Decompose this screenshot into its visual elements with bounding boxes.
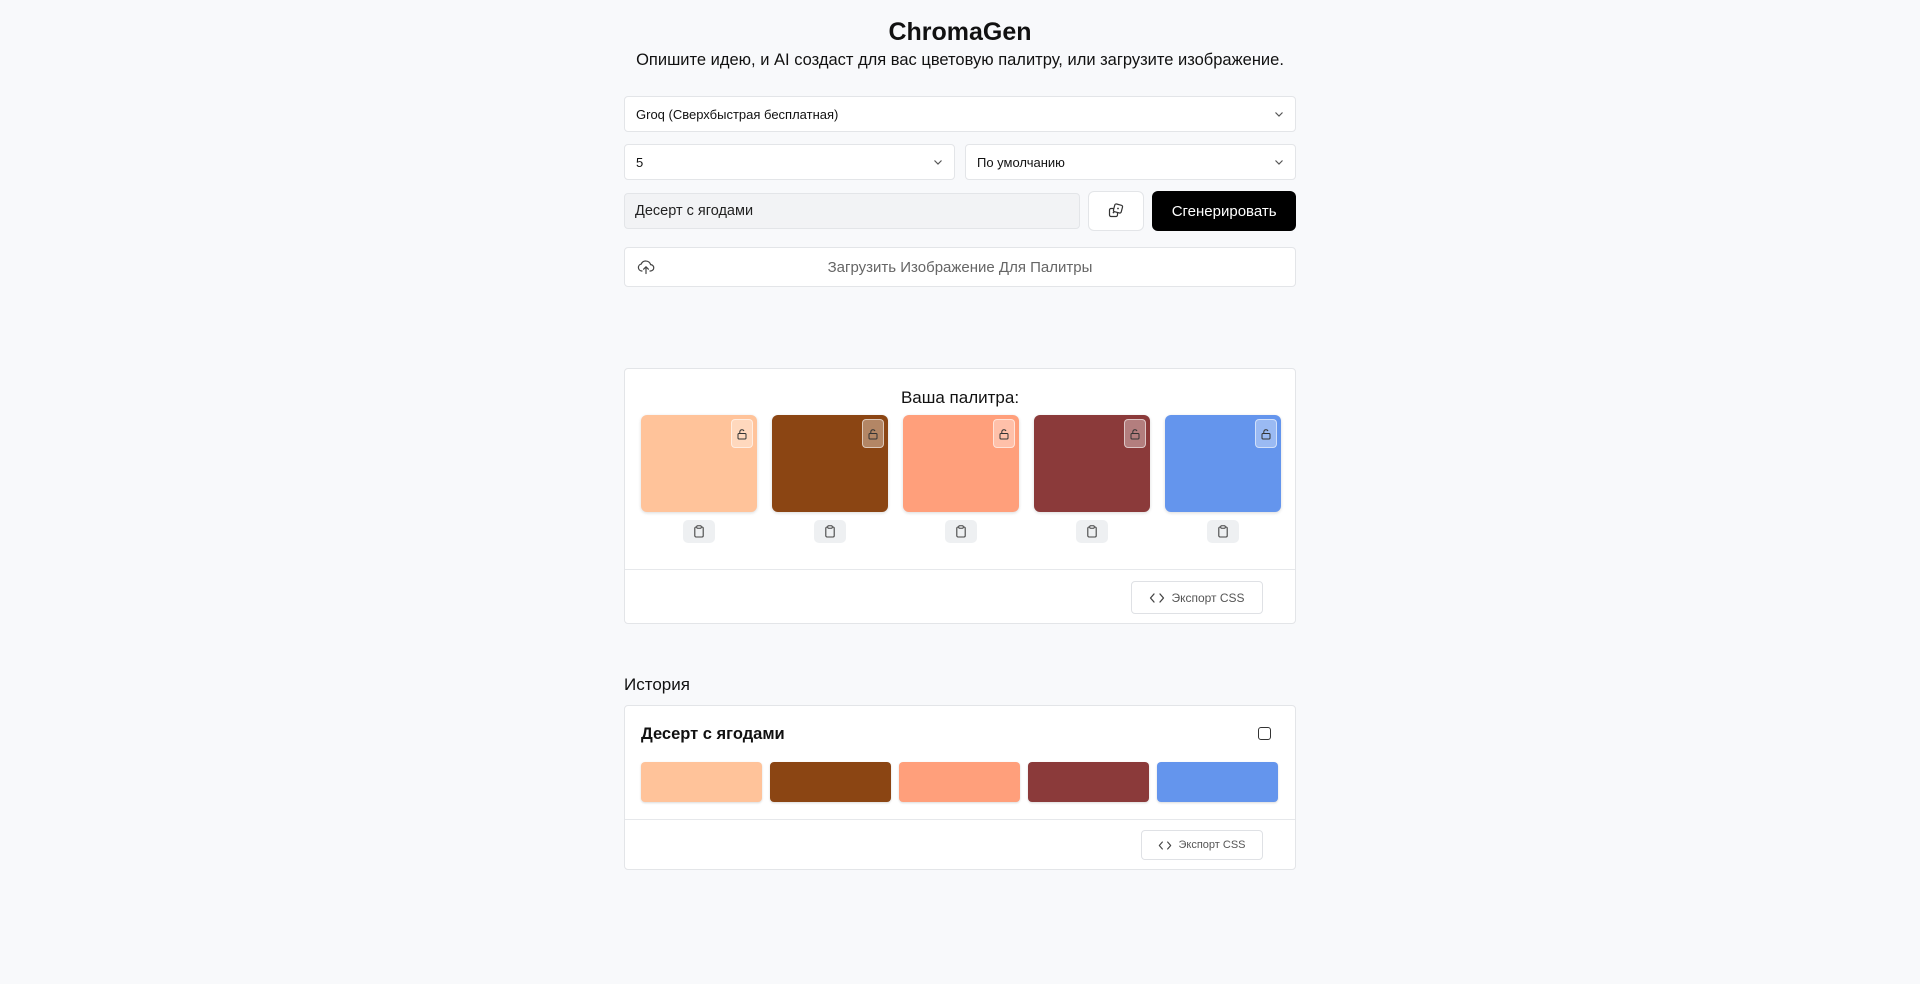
upload-image-button[interactable]: Загрузить Изображение Для Палитры: [624, 247, 1296, 287]
palette-color-3: [903, 415, 1019, 543]
history-title: История: [624, 675, 690, 694]
color-swatch[interactable]: [1034, 415, 1150, 512]
palette-title: Ваша палитра:: [900, 388, 1020, 407]
palette-color-2: [772, 415, 888, 543]
history-color-3[interactable]: [899, 762, 1020, 802]
unlock-icon[interactable]: [1255, 419, 1277, 448]
chevron-down-icon: [1275, 112, 1283, 117]
prompt-input-value: Десерт с ягодами: [635, 203, 754, 219]
color-count-value: 5: [636, 154, 644, 170]
history-swatches: [625, 762, 1294, 802]
clipboard-icon[interactable]: [1076, 520, 1108, 543]
prompt-input[interactable]: Десерт с ягодами: [624, 193, 1081, 229]
color-swatch[interactable]: [641, 415, 757, 512]
clipboard-icon[interactable]: [814, 520, 846, 543]
main-container: ChromaGen Опишите идею, и AI создаст для…: [624, 0, 1296, 870]
history-color-5[interactable]: [1157, 762, 1278, 802]
color-swatch[interactable]: [1165, 415, 1281, 512]
clipboard-icon[interactable]: [683, 520, 715, 543]
palette-swatches: [625, 415, 1295, 543]
unlock-icon[interactable]: [862, 419, 884, 448]
history-export-css-label: Экспорт CSS: [1178, 839, 1246, 851]
generate-button[interactable]: Сгенерировать: [1152, 191, 1296, 231]
unlock-icon[interactable]: [993, 419, 1015, 448]
history-color-1[interactable]: [641, 762, 762, 802]
export-css-button[interactable]: Экспорт CSS: [1131, 581, 1263, 614]
palette-color-1: [641, 415, 757, 543]
history-item-name: Десерт с ягодами: [641, 725, 785, 743]
model-select[interactable]: Groq (Сверхбыстрая бесплатная): [624, 96, 1296, 132]
history-color-4[interactable]: [1028, 762, 1149, 802]
app-subtitle: Опишите идею, и AI создаст для вас цвето…: [636, 51, 1284, 69]
mode-select-value: По умолчанию: [977, 154, 1065, 170]
chevron-down-icon: [934, 160, 942, 165]
cloud-upload-icon: [637, 260, 655, 275]
code-icon: [1159, 840, 1172, 850]
palette-color-4: [1034, 415, 1150, 543]
clipboard-icon[interactable]: [1207, 520, 1239, 543]
upload-label: Загрузить Изображение Для Палитры: [827, 258, 1093, 276]
palette-card: Ваша палитра: Экспорт CSS: [624, 368, 1296, 624]
model-select-value: Groq (Сверхбыстрая бесплатная): [636, 106, 839, 122]
history-item: Десерт с ягодами Экспорт CSS: [624, 705, 1296, 870]
palette-color-5: [1165, 415, 1281, 543]
clipboard-icon[interactable]: [945, 520, 977, 543]
color-count-select[interactable]: 5: [624, 144, 955, 180]
history-color-2[interactable]: [770, 762, 891, 802]
history-export-css-button[interactable]: Экспорт CSS: [1141, 830, 1263, 860]
history-item-checkbox[interactable]: [1258, 727, 1271, 740]
color-swatch[interactable]: [772, 415, 888, 512]
chevron-down-icon: [1275, 160, 1283, 165]
dice-icon: [1109, 203, 1124, 218]
export-css-label: Экспорт CSS: [1171, 590, 1245, 605]
unlock-icon[interactable]: [731, 419, 753, 448]
unlock-icon[interactable]: [1124, 419, 1146, 448]
color-swatch[interactable]: [903, 415, 1019, 512]
code-icon: [1150, 592, 1165, 603]
random-prompt-button[interactable]: [1088, 191, 1145, 231]
app-title: ChromaGen: [888, 18, 1032, 46]
mode-select[interactable]: По умолчанию: [965, 144, 1296, 180]
